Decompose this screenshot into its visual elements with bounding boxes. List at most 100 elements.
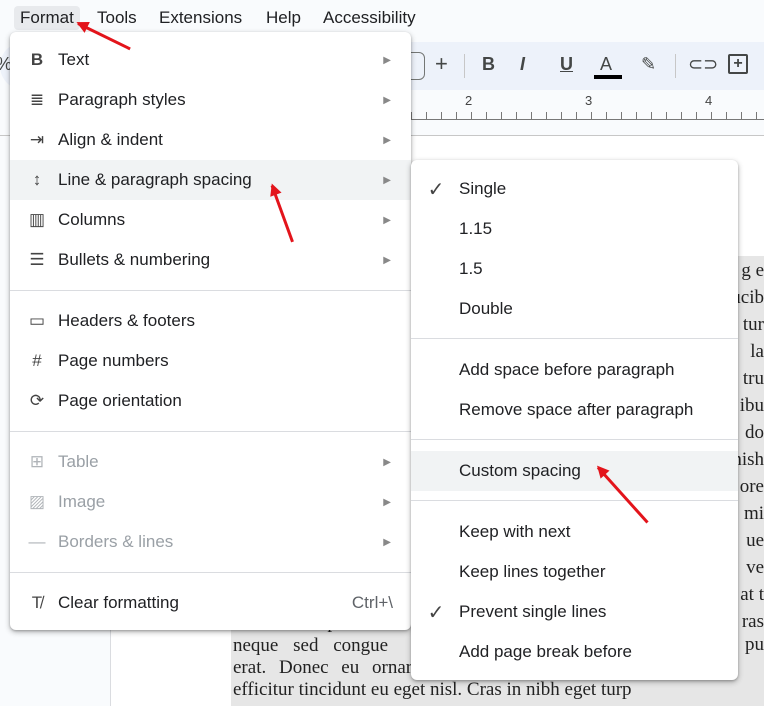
menu-item-paragraph-styles[interactable]: ≣ Paragraph styles ▶ xyxy=(10,80,411,120)
menu-divider xyxy=(10,290,411,291)
menu-tools[interactable]: Tools xyxy=(91,6,143,30)
menu-divider xyxy=(411,338,738,339)
menu-extensions[interactable]: Extensions xyxy=(153,6,248,30)
menu-item-label: Clear formatting xyxy=(58,593,179,612)
menu-item-label: Prevent single lines xyxy=(459,602,607,621)
submenu-arrow-icon: ▶ xyxy=(383,536,391,548)
submenu-item-single[interactable]: ✓ Single xyxy=(411,169,738,209)
submenu-arrow-icon: ▶ xyxy=(383,134,391,146)
submenu-item-remove-space-after-paragraph[interactable]: Remove space after paragraph xyxy=(411,390,738,430)
submenu-item-custom-spacing[interactable]: Custom spacing xyxy=(411,451,738,491)
menu-item-table: ⊞ Table ▶ xyxy=(10,442,411,482)
menu-item-label: Remove space after paragraph xyxy=(459,400,694,419)
submenu-arrow-icon: ▶ xyxy=(383,456,391,468)
menu-item-columns[interactable]: ▥ Columns ▶ xyxy=(10,200,411,240)
submenu-item-double[interactable]: Double xyxy=(411,289,738,329)
submenu-arrow-icon: ▶ xyxy=(383,496,391,508)
table-icon: ⊞ xyxy=(29,452,45,471)
submenu-item-1-5[interactable]: 1.5 xyxy=(411,249,738,289)
menu-item-align-indent[interactable]: ⇥ Align & indent ▶ xyxy=(10,120,411,160)
menu-item-label: Headers & footers xyxy=(58,311,196,330)
paragraph-styles-icon: ≣ xyxy=(29,90,45,109)
submenu-item-add-page-break-before[interactable]: Add page break before xyxy=(411,632,738,672)
menu-item-clear-formatting[interactable]: T̸ Clear formatting Ctrl+\ xyxy=(10,583,411,623)
highlight-icon[interactable]: ✎ xyxy=(641,54,656,75)
menu-item-label: Paragraph styles xyxy=(58,90,186,109)
menu-accessibility[interactable]: Accessibility xyxy=(317,6,422,30)
divider xyxy=(464,54,465,78)
menu-item-label: Double xyxy=(459,299,513,318)
menu-item-label: Bullets & numbering xyxy=(58,250,211,269)
text-line: neque sed congue xyxy=(233,635,389,656)
italic-icon[interactable]: I xyxy=(520,54,525,75)
menu-item-page-numbers[interactable]: # Page numbers xyxy=(10,341,411,381)
menu-item-label: 1.5 xyxy=(459,259,483,278)
line-spacing-submenu: ✓ Single 1.15 1.5 Double Add space before par… xyxy=(411,160,738,680)
menubar: Format Tools Extensions Help Accessibili… xyxy=(0,0,764,34)
header-footer-icon: ▭ xyxy=(28,311,46,330)
menu-divider xyxy=(10,572,411,573)
text-fragment: ore xyxy=(739,476,764,497)
menu-item-label: 1.15 xyxy=(459,219,493,238)
ruler-label: 4 xyxy=(705,93,713,108)
menu-item-label: Columns xyxy=(58,210,126,229)
menu-item-page-orientation[interactable]: ⟳ Page orientation xyxy=(10,381,411,421)
menu-divider xyxy=(411,500,738,501)
shortcut: Ctrl+\ xyxy=(351,593,393,612)
submenu-arrow-icon: ▶ xyxy=(383,214,391,226)
menu-item-label: Image xyxy=(58,492,106,511)
link-icon[interactable]: ⊂⊃ xyxy=(688,54,718,75)
text-fragment: tur xyxy=(742,314,764,335)
submenu-arrow-icon: ▶ xyxy=(383,254,391,266)
menu-item-label: Keep with next xyxy=(459,522,571,541)
divider xyxy=(675,54,676,78)
submenu-arrow-icon: ▶ xyxy=(383,94,391,106)
text-fragment: ue xyxy=(746,530,764,551)
submenu-item-keep-with-next[interactable]: Keep with next xyxy=(411,512,738,552)
clear-formatting-icon: T̸ xyxy=(31,593,43,612)
text-fragment: pu xyxy=(745,634,764,655)
menu-item-borders-lines: — Borders & lines ▶ xyxy=(10,522,411,562)
bold-icon: B xyxy=(30,50,44,69)
menu-divider xyxy=(10,431,411,432)
menu-item-bullets-numbering[interactable]: ☰ Bullets & numbering ▶ xyxy=(10,240,411,280)
menu-help[interactable]: Help xyxy=(260,6,307,30)
menu-item-label: Table xyxy=(58,452,99,471)
menu-item-label: Single xyxy=(459,179,507,198)
text-fragment: mi xyxy=(743,503,764,524)
text-fragment: tru xyxy=(742,368,764,389)
text-fragment: g e xyxy=(741,260,764,281)
check-icon: ✓ xyxy=(427,178,445,201)
line-spacing-icon: ↕ xyxy=(32,170,42,189)
add-comment-icon[interactable]: + xyxy=(728,54,748,74)
check-icon: ✓ xyxy=(427,601,445,624)
image-icon: ▨ xyxy=(28,492,46,511)
menu-item-label: Borders & lines xyxy=(58,532,174,551)
submenu-arrow-icon: ▶ xyxy=(383,54,391,66)
text-color-swatch xyxy=(594,75,622,79)
underline-icon[interactable]: U xyxy=(560,54,573,75)
menu-divider xyxy=(411,439,738,440)
align-indent-icon: ⇥ xyxy=(29,130,45,149)
text-fragment: do xyxy=(745,422,764,443)
menu-format[interactable]: Format xyxy=(14,6,80,30)
submenu-item-1-15[interactable]: 1.15 xyxy=(411,209,738,249)
ruler-ticks xyxy=(411,112,764,120)
submenu-item-keep-lines-together[interactable]: Keep lines together xyxy=(411,552,738,592)
menu-item-label: Text xyxy=(58,50,90,69)
submenu-item-add-space-before-paragraph[interactable]: Add space before paragraph xyxy=(411,350,738,390)
submenu-item-prevent-single-lines[interactable]: ✓ Prevent single lines xyxy=(411,592,738,632)
menu-item-text[interactable]: B Text ▶ xyxy=(10,40,411,80)
plus-icon[interactable]: + xyxy=(435,51,448,77)
menu-item-headers-footers[interactable]: ▭ Headers & footers xyxy=(10,301,411,341)
text-fragment: ibu xyxy=(739,395,764,416)
menu-item-label: Add space before paragraph xyxy=(459,360,675,379)
menu-item-label: Align & indent xyxy=(58,130,163,149)
text-color-icon[interactable]: A xyxy=(600,54,612,75)
columns-icon: ▥ xyxy=(28,210,46,229)
menu-item-label: Page numbers xyxy=(58,351,169,370)
menu-item-line-paragraph-spacing[interactable]: ↕ Line & paragraph spacing ▶ xyxy=(10,160,411,200)
submenu-arrow-icon: ▶ xyxy=(383,174,391,186)
menu-item-label: Page orientation xyxy=(58,391,182,410)
bold-icon[interactable]: B xyxy=(482,54,495,75)
